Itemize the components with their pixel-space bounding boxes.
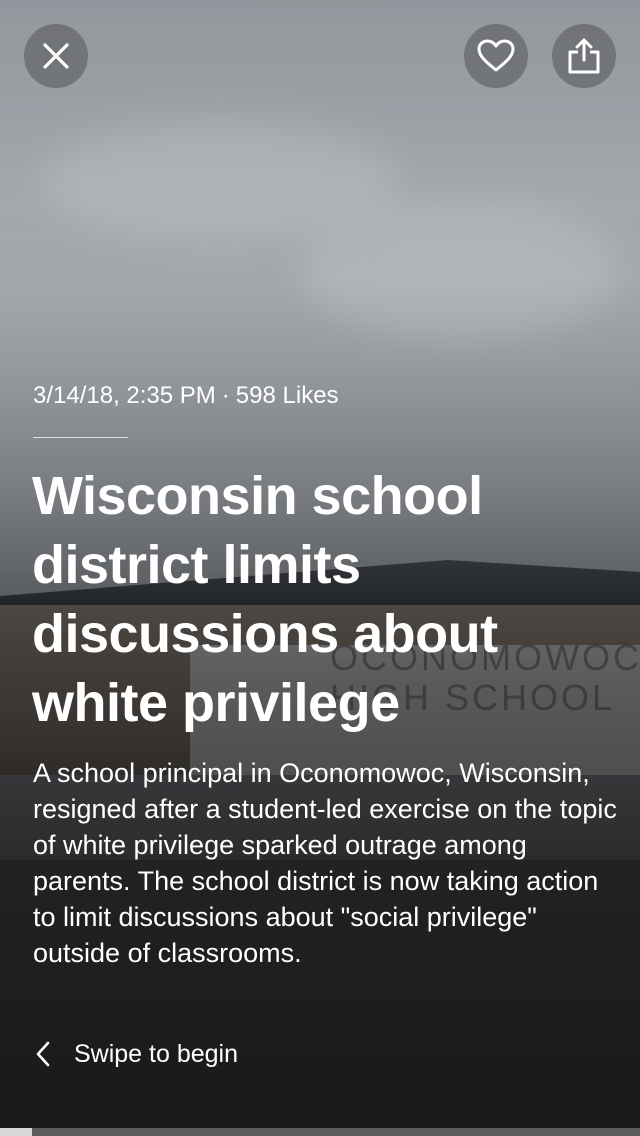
chevron-left-icon [36,1041,50,1067]
story-summary: A school principal in Oconomowoc, Wiscon… [33,758,617,968]
meta-divider [33,437,128,438]
like-button[interactable] [464,24,528,88]
swipe-to-begin[interactable]: Swipe to begin [36,1036,238,1072]
meta-separator: · [221,382,230,409]
share-button[interactable] [552,24,616,88]
swipe-label: Swipe to begin [74,1039,239,1068]
story-likes: 598 Likes [235,382,339,409]
close-button[interactable] [24,24,88,88]
story-meta: 3/14/18, 2:35 PM · 598 Likes [33,380,339,412]
progress-bar [0,1128,640,1136]
heart-icon [477,39,515,72]
story-headline: Wisconsin school district limits discuss… [32,466,498,733]
close-icon [43,43,69,69]
share-icon [568,38,600,74]
progress-fill [0,1128,32,1136]
story-date: 3/14/18, 2:35 PM [33,382,216,409]
